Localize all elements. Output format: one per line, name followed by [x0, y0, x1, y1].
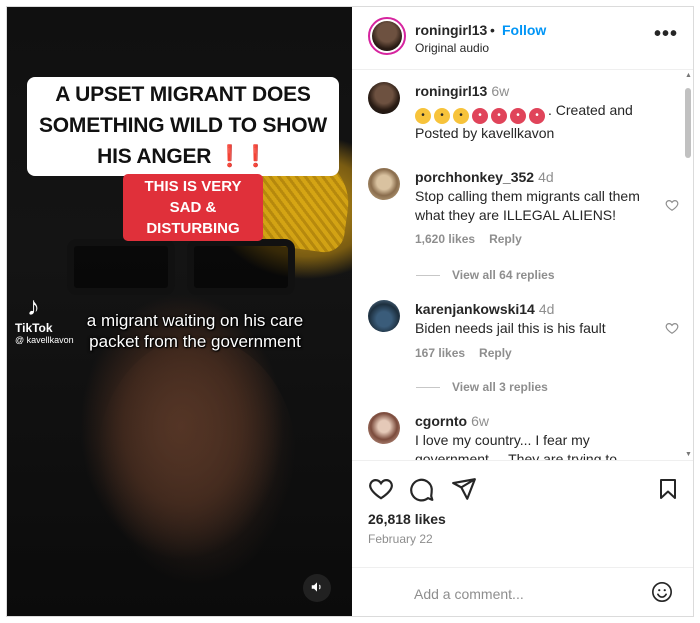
comment-username[interactable]: cgornto — [415, 413, 467, 429]
sunglasses — [67, 239, 317, 297]
comment-time[interactable]: 4d — [539, 301, 555, 317]
flushed-emoji-icon: • — [415, 108, 431, 124]
author-avatar[interactable] — [368, 17, 406, 55]
video-subtitle: a migrant waiting on his care packet fro… — [65, 310, 325, 352]
view-replies-label: View all 3 replies — [452, 380, 548, 394]
add-comment-bar: Add a comment... — [352, 567, 693, 616]
follow-button[interactable]: Follow — [502, 22, 546, 38]
comment-avatar[interactable] — [368, 412, 400, 444]
likes-count[interactable]: 26,818 likes — [368, 511, 446, 527]
view-replies-button[interactable]: View all 64 replies — [416, 268, 555, 282]
post-date[interactable]: February 22 — [368, 532, 433, 546]
angry-emoji-icon: • — [510, 108, 526, 124]
post-sidebar: roningirl13 • Follow Original audio ••• … — [352, 7, 693, 616]
header-separator: • — [490, 22, 495, 38]
caption-username[interactable]: roningirl13 — [415, 83, 487, 99]
left-lens — [67, 239, 175, 295]
face-shape — [97, 337, 297, 587]
post-actions: 26,818 likes February 22 — [352, 462, 693, 572]
comments-list[interactable]: roningirl13 6w • • • • • • •. Created and Poste… — [352, 70, 693, 461]
reply-button[interactable]: Reply — [489, 232, 522, 246]
comment-body: porchhonkey_352 4d Stop calling them migr… — [415, 168, 655, 225]
video-headline: A UPSET MIGRANT DOES SOMETHING WILD TO S… — [27, 77, 339, 176]
reply-button[interactable]: Reply — [479, 346, 512, 360]
comment-avatar[interactable] — [368, 168, 400, 200]
comments-scrollbar[interactable]: ▲ ▼ — [683, 70, 693, 460]
caption-emoji-row: • • • • • • • — [415, 102, 548, 124]
angry-emoji-icon: • — [529, 108, 545, 124]
caption-body: roningirl13 6w • • • • • • •. Created and Poste… — [415, 82, 655, 143]
comment-meta: 1,620 likes Reply — [415, 232, 536, 246]
scrollbar-thumb[interactable] — [685, 88, 691, 158]
more-icon: ••• — [654, 23, 679, 45]
video-player[interactable]: A UPSET MIGRANT DOES SOMETHING WILD TO S… — [7, 7, 352, 616]
right-lens — [187, 239, 295, 295]
scroll-up-arrow-icon[interactable]: ▲ — [685, 72, 692, 79]
view-replies-button[interactable]: View all 3 replies — [416, 380, 548, 394]
subtitle-line-2: packet from the government — [89, 332, 301, 351]
exclamation-icons: ❗❗ — [216, 145, 269, 168]
subtitle-line-1: a migrant waiting on his care — [86, 311, 304, 330]
more-options-button[interactable]: ••• — [654, 23, 678, 46]
comment-text: Biden needs jail this is his fault — [415, 320, 606, 336]
headline-line-1: A UPSET MIGRANT DOES — [55, 83, 311, 106]
view-replies-label: View all 64 replies — [452, 268, 555, 282]
comment-text: Stop calling them migrants call them wha… — [415, 188, 640, 223]
video-warning-label: THIS IS VERY SAD & DISTURBING — [123, 174, 263, 241]
speaker-icon — [311, 582, 321, 592]
headline-line-2: SOMETHING WILD TO SHOW — [38, 114, 328, 137]
comment-likes[interactable]: 1,620 likes — [415, 232, 475, 246]
caption-time[interactable]: 6w — [491, 83, 509, 99]
replies-divider — [416, 387, 440, 389]
warning-line-1: THIS IS VERY SAD & — [144, 178, 242, 216]
original-audio-link[interactable]: Original audio — [415, 41, 489, 55]
comment-input[interactable]: Add a comment... — [414, 586, 524, 602]
emoji-picker-icon[interactable] — [651, 581, 673, 603]
comment-text: I love my country... I fear my governmen… — [415, 432, 618, 461]
comment-avatar[interactable] — [368, 300, 400, 332]
like-comment-heart-icon[interactable] — [665, 198, 679, 212]
comment-body: cgornto 6w I love my country... I fear my… — [415, 412, 655, 461]
like-comment-heart-icon[interactable] — [665, 321, 679, 335]
headline-line-3-text: HIS ANGER — [97, 145, 212, 168]
comment-username[interactable]: karenjankowski14 — [415, 301, 535, 317]
caption-avatar[interactable] — [368, 82, 400, 114]
comment-username[interactable]: porchhonkey_352 — [415, 169, 534, 185]
post-dialog: A UPSET MIGRANT DOES SOMETHING WILD TO S… — [6, 6, 694, 617]
comment-meta: 167 likes Reply — [415, 346, 526, 360]
comment-likes[interactable]: 167 likes — [415, 346, 465, 360]
scroll-down-arrow-icon[interactable]: ▼ — [685, 451, 692, 458]
comment-body: karenjankowski14 4d Biden needs jail this… — [415, 300, 655, 338]
mute-button[interactable] — [303, 574, 331, 602]
headline-line-3: HIS ANGER ❗❗ — [31, 141, 335, 172]
author-username[interactable]: roningirl13 — [415, 22, 487, 38]
angry-emoji-icon: • — [472, 108, 488, 124]
save-bookmark-icon[interactable] — [656, 476, 680, 502]
warning-line-2: DISTURBING — [146, 220, 240, 237]
like-heart-icon[interactable] — [368, 476, 394, 502]
flushed-emoji-icon: • — [453, 108, 469, 124]
comment-bubble-icon[interactable] — [409, 476, 435, 502]
comment-time[interactable]: 4d — [538, 169, 554, 185]
comment-time[interactable]: 6w — [471, 413, 489, 429]
flushed-emoji-icon: • — [434, 108, 450, 124]
post-header: roningirl13 • Follow Original audio ••• — [352, 7, 693, 70]
angry-emoji-icon: • — [491, 108, 507, 124]
share-paper-plane-icon[interactable] — [451, 476, 477, 502]
replies-divider — [416, 275, 440, 277]
